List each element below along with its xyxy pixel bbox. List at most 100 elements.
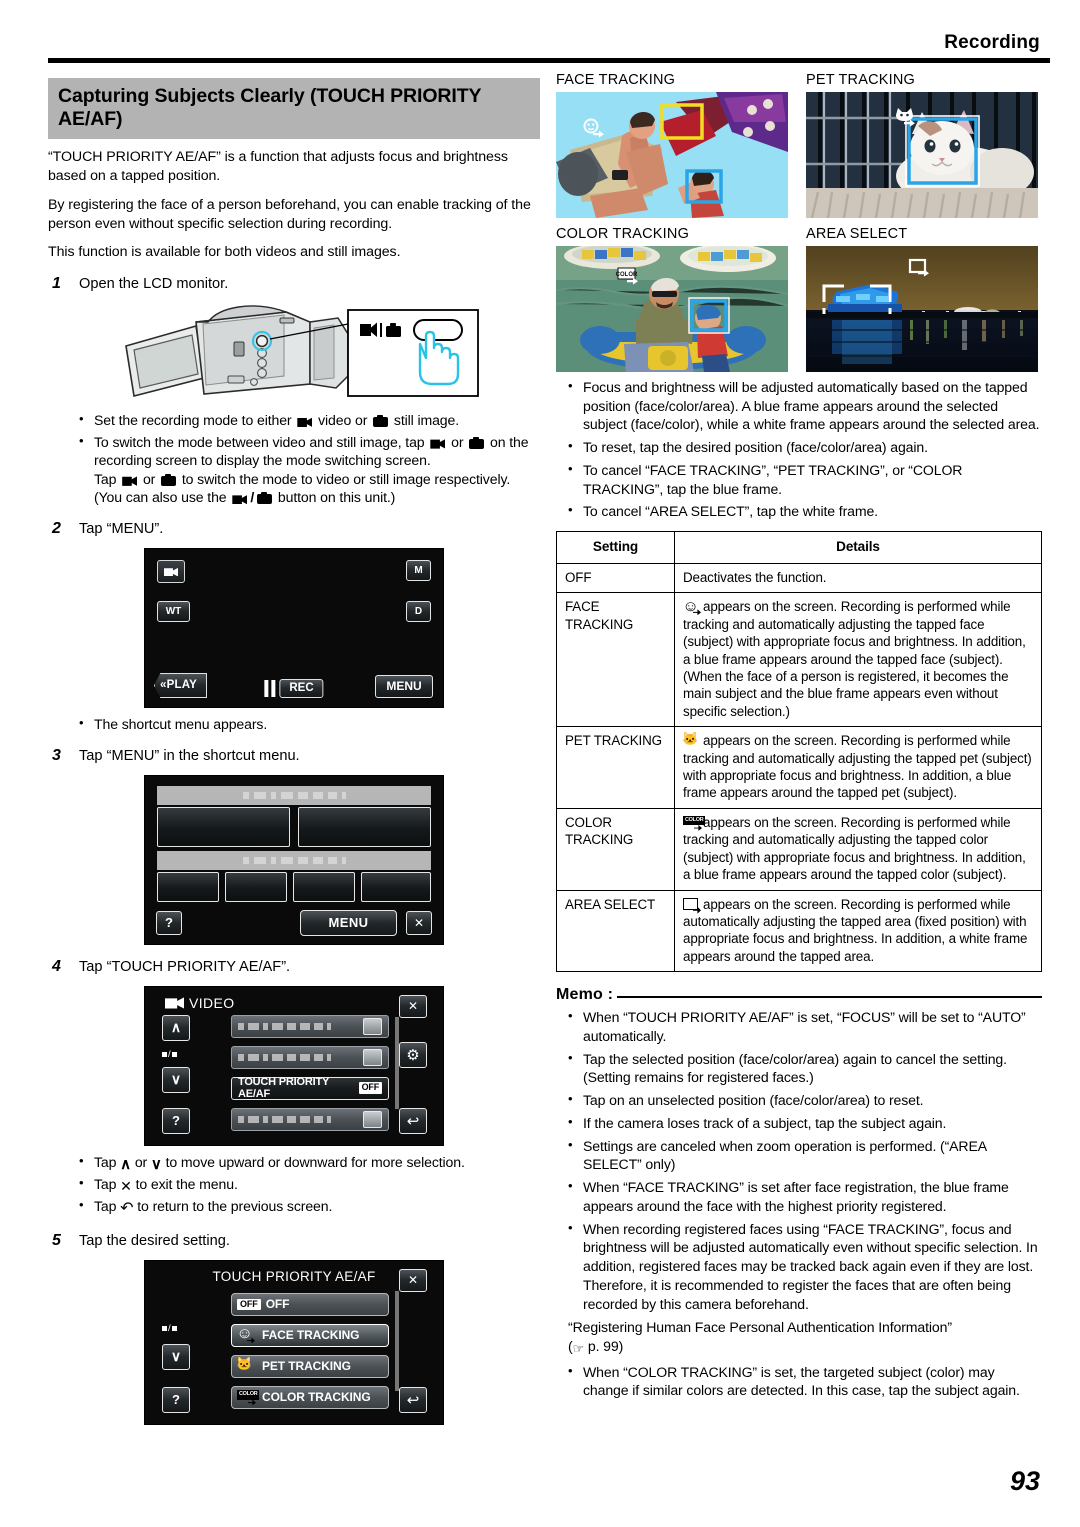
touch-priority-settings-mockup: TOUCH PRIORITY AE/AF ✕ / ∨ ? OFF OFF FAC… [144,1259,444,1425]
menu-row[interactable] [231,1107,389,1131]
back-icon[interactable]: ↩ [399,1386,427,1413]
back-icon [120,1198,133,1219]
table-row: COLOR TRACKING appears on the screen. Re… [556,807,1042,891]
step-2-text: Tap “MENU”. [79,521,164,538]
pet-tracking-image [806,92,1038,218]
menu-row-value [363,1048,382,1066]
step-4-note-1: Tap or to move upward or downward for mo… [79,1152,540,1175]
close-icon[interactable]: ✕ [406,910,432,935]
step-4-notes: Tap or to move upward or downward for mo… [48,1152,540,1220]
step-1: 1 Open the LCD monitor. [48,275,540,294]
manual-page: Recording Capturing Subjects Clearly (TO… [0,0,1080,1527]
setting-option-label: PET TRACKING [262,1359,351,1374]
setting-name: COLOR TRACKING [556,807,675,891]
close-icon[interactable]: ✕ [399,1268,427,1292]
scroll-down-button[interactable]: ∨ [162,1343,190,1370]
scrollbar[interactable] [395,1290,399,1391]
note-text: video or [318,412,368,429]
shortcut-cell[interactable] [298,806,431,847]
shortcut-cell[interactable] [225,871,287,902]
menu-row-value [363,1017,382,1035]
still-mode-icon [469,436,485,449]
off-icon: OFF [237,1298,261,1311]
column-header-setting: Setting [556,531,675,564]
menu-row-label: TOUCH PRIORITY AE/AF [238,1076,329,1101]
note-text: Tap [94,1153,117,1170]
setting-details: Deactivates the function. [674,562,1042,594]
memo-bullets-bottom: When “COLOR TRACKING” is set, the target… [556,1362,1042,1400]
video-mode-icon [232,494,248,505]
menu-row-value [363,1110,382,1128]
setting-option-face-tracking[interactable]: FACE TRACKING [231,1323,389,1347]
right-column: FACE TRACKING PET TRACKING COLOR TRACKIN… [556,72,1042,1404]
menu-row-label-placeholder [238,1115,363,1123]
note-text: Set the recording mode to either [94,412,292,429]
help-button[interactable]: ? [162,1386,190,1413]
step-1-note-1: Set the recording mode to either video o… [79,410,540,430]
step-5-text: Tap the desired setting. [79,1233,230,1250]
close-icon[interactable]: ✕ [399,994,427,1018]
memo-label: Memo : [556,986,614,1004]
video-mode-indicator[interactable] [157,559,185,583]
menu-row[interactable] [231,1014,389,1038]
memo-bullets-top: When “TOUCH PRIORITY AE/AF” is set, “FOC… [556,1007,1042,1313]
back-icon[interactable]: ↩ [399,1107,427,1134]
step-4: 4 Tap “TOUCH PRIORITY AE/AF”. [48,958,540,977]
menu-row-value: OFF [358,1082,382,1094]
setting-details: appears on the screen. Recording is perf… [674,807,1042,891]
scroll-up-button[interactable]: ∧ [162,1014,190,1041]
menu-row-touch-priority[interactable]: TOUCH PRIORITY AE/AF OFF [231,1076,389,1101]
camcorder-diagram [125,305,479,398]
note-text: to exit the menu. [135,1176,238,1193]
shortcut-menu-button[interactable]: MENU [300,909,397,936]
memo-bullet: If the camera loses track of a subject, … [568,1113,1042,1133]
color-tracking-example: COLOR TRACKING COLOR [556,226,788,372]
memo-bullet: When “COLOR TRACKING” is set, the target… [568,1362,1042,1400]
play-button[interactable]: «PLAY [154,672,208,698]
color-tracking-caption: COLOR TRACKING [556,226,690,242]
memo-heading: Memo : [556,986,1042,1004]
shortcut-cell[interactable] [157,871,219,902]
step-4-text: Tap “TOUCH PRIORITY AE/AF”. [79,958,291,975]
video-mode-icon [297,417,313,428]
page-number: 93 [1009,1466,1040,1496]
still-mode-icon [161,473,177,486]
step-4-number: 4 [52,957,61,975]
setting-name: PET TRACKING [556,726,675,809]
note-text: to move upward or downward for more sele… [165,1153,465,1170]
shortcut-cell[interactable] [361,871,431,902]
setting-option-label: COLOR TRACKING [262,1390,371,1405]
scroll-down-button[interactable]: ∨ [162,1066,190,1093]
shortcut-group-label-1 [157,785,431,805]
table-row: AREA SELECT appears on the screen. Recor… [556,889,1042,973]
step-4-note-2: Tap to exit the menu. [79,1174,540,1196]
display-button[interactable]: D [406,600,431,622]
face-tracking-example: FACE TRACKING [556,72,788,218]
table-row: FACE TRACKING appears on the screen. Rec… [556,592,1042,728]
table-row: OFF Deactivates the function. [556,562,1042,594]
video-mode-icon [122,476,138,486]
menu-button[interactable]: MENU [375,674,433,698]
step-2-notes: The shortcut menu appears. [48,714,540,734]
pause-icon[interactable] [264,679,276,697]
zoom-wt-button[interactable]: WT [157,600,190,622]
help-button[interactable]: ? [162,1107,190,1134]
area-select-icon [683,897,700,912]
settings-table: Setting Details OFF Deactivates the func… [556,531,1042,973]
setting-option-color-tracking[interactable]: COLOR TRACKING [231,1385,389,1409]
setting-option-pet-tracking[interactable]: PET TRACKING [231,1354,389,1378]
rec-controls: REC [264,678,324,698]
setting-option-label: OFF [265,1297,290,1312]
shortcut-cell[interactable] [293,871,355,902]
gear-icon[interactable]: ⚙ [399,1041,427,1068]
intro-paragraph-3: This function is available for both vide… [48,243,401,260]
setting-option-off[interactable]: OFF OFF [231,1292,389,1316]
note-text: to return to the previous screen. [137,1197,333,1214]
rec-button[interactable]: REC [279,678,324,698]
manual-mode-button[interactable]: M [406,559,431,581]
help-button[interactable]: ? [156,910,182,935]
shortcut-cell[interactable] [157,806,290,847]
note-text: button on this unit.) [277,489,396,506]
menu-row[interactable] [231,1045,389,1069]
color-tracking-icon [683,815,706,830]
